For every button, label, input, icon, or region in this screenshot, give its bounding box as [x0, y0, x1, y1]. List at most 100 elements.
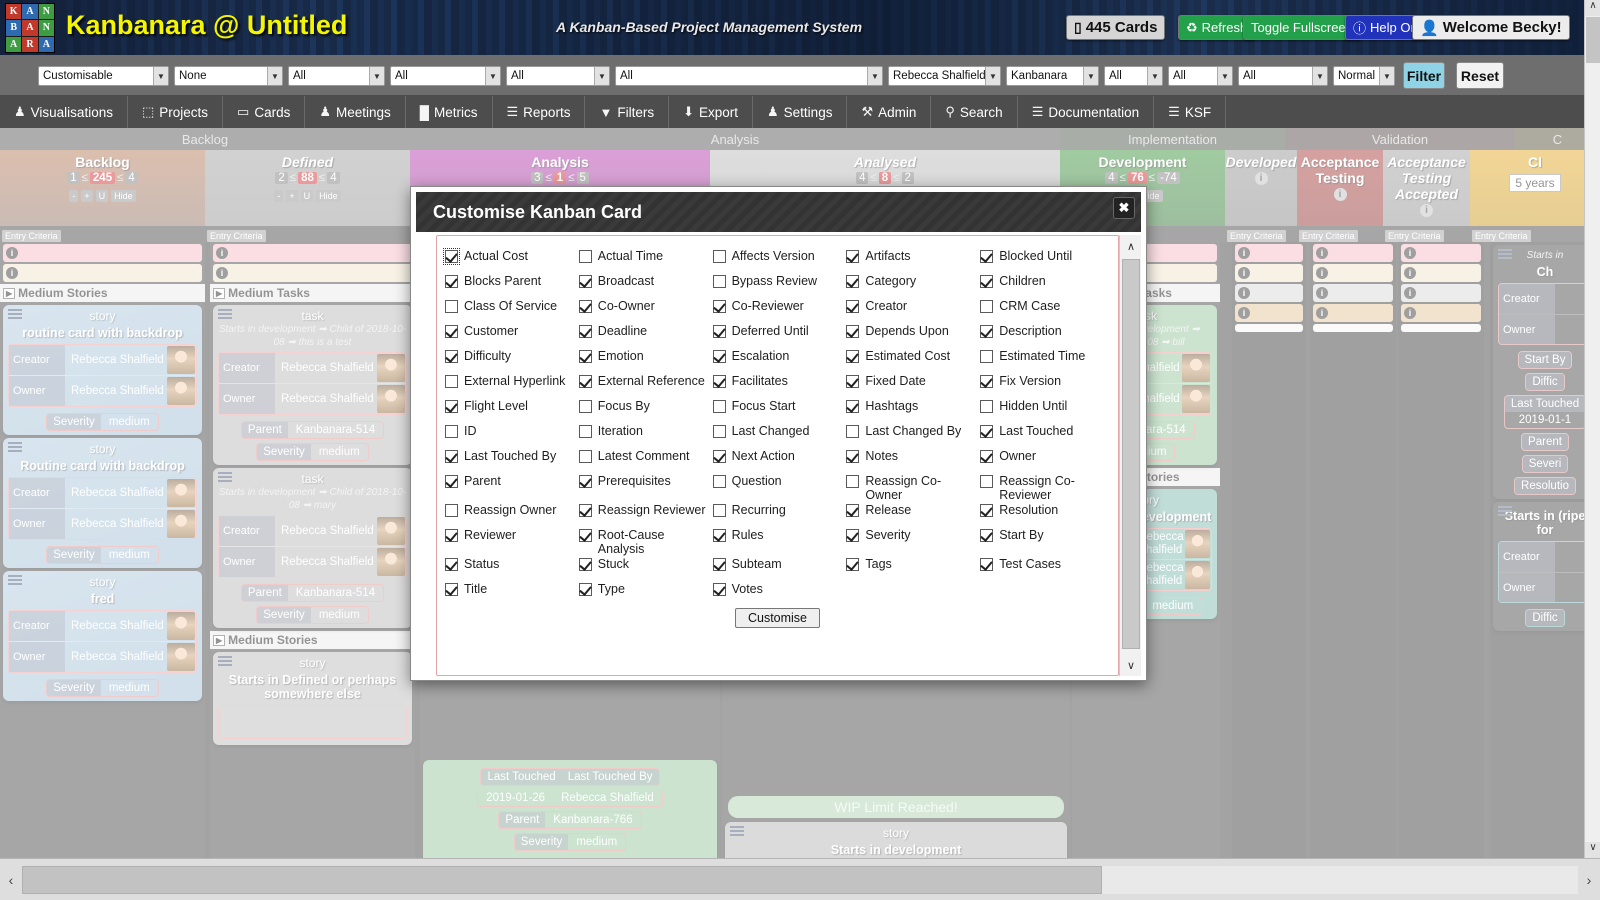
- checkbox-icon[interactable]: [445, 529, 458, 542]
- checkbox-icon[interactable]: [712, 425, 726, 438]
- filter-select-10[interactable]: All ▼: [1238, 66, 1328, 86]
- field-checkbox-depends-upon[interactable]: Depends Upon: [846, 323, 976, 348]
- field-checkbox-external-reference[interactable]: External Reference: [578, 373, 709, 398]
- checkbox-icon[interactable]: [846, 250, 860, 263]
- field-checkbox-crm-case[interactable]: CRM Case: [980, 298, 1110, 323]
- field-checkbox-reassign-owner[interactable]: Reassign Owner: [445, 502, 575, 527]
- field-checkbox-release[interactable]: Release: [846, 502, 976, 527]
- field-checkbox-recurring[interactable]: Recurring: [712, 502, 843, 527]
- checkbox-icon[interactable]: [846, 558, 860, 571]
- field-checkbox-focus-start[interactable]: Focus Start: [712, 398, 843, 423]
- checkbox-icon[interactable]: [445, 450, 458, 463]
- filter-select-1[interactable]: None ▼: [174, 66, 283, 86]
- field-checkbox-customer[interactable]: Customer: [445, 323, 575, 348]
- checkbox-icon[interactable]: [445, 475, 458, 488]
- checkbox-icon[interactable]: [712, 504, 726, 517]
- checkbox-icon[interactable]: [445, 504, 458, 517]
- checkbox-icon[interactable]: [846, 275, 860, 288]
- field-checkbox-owner[interactable]: Owner: [980, 448, 1110, 473]
- nav-item-visualisations[interactable]: ♟ Visualisations: [0, 96, 128, 128]
- checkbox-icon[interactable]: [712, 275, 726, 288]
- checkbox-icon[interactable]: [846, 475, 860, 488]
- checkbox-icon[interactable]: [980, 325, 994, 338]
- nav-item-meetings[interactable]: ♟ Meetings: [305, 96, 406, 128]
- checkbox-icon[interactable]: [980, 504, 994, 517]
- checkbox-icon[interactable]: [578, 558, 592, 571]
- board-horizontal-scrollbar[interactable]: ‹ ›: [0, 858, 1600, 900]
- checkbox-icon[interactable]: [445, 375, 458, 388]
- field-checkbox-blocked-until[interactable]: Blocked Until: [980, 248, 1110, 273]
- field-checkbox-class-of-service[interactable]: Class Of Service: [445, 298, 575, 323]
- field-checkbox-broadcast[interactable]: Broadcast: [578, 273, 709, 298]
- field-checkbox-estimated-cost[interactable]: Estimated Cost: [846, 348, 976, 373]
- checkbox-icon[interactable]: [445, 300, 458, 313]
- nav-item-search[interactable]: ⚲ Search: [931, 96, 1018, 128]
- field-checkbox-reviewer[interactable]: Reviewer: [445, 527, 575, 556]
- field-checkbox-id[interactable]: ID: [445, 423, 575, 448]
- checkbox-icon[interactable]: [846, 300, 860, 313]
- field-checkbox-reassign-co-reviewer[interactable]: Reassign Co-Reviewer: [980, 473, 1110, 502]
- checkbox-icon[interactable]: [712, 375, 726, 388]
- field-checkbox-fix-version[interactable]: Fix Version: [980, 373, 1110, 398]
- page-vertical-scrollbar[interactable]: ∧ ∨: [1584, 0, 1600, 858]
- checkbox-icon[interactable]: [980, 450, 994, 463]
- field-checkbox-difficulty[interactable]: Difficulty: [445, 348, 575, 373]
- field-checkbox-votes[interactable]: Votes: [712, 581, 843, 606]
- field-checkbox-description[interactable]: Description: [980, 323, 1110, 348]
- field-checkbox-type[interactable]: Type: [578, 581, 709, 606]
- checkbox-icon[interactable]: [578, 529, 592, 542]
- checkbox-icon[interactable]: [712, 250, 726, 263]
- checkbox-icon[interactable]: [578, 504, 592, 517]
- scroll-up-icon[interactable]: ∧: [1585, 0, 1600, 16]
- checkbox-icon[interactable]: [980, 350, 994, 363]
- nav-item-admin[interactable]: ⚒ Admin: [847, 96, 932, 128]
- checkbox-icon[interactable]: [712, 400, 726, 413]
- field-checkbox-test-cases[interactable]: Test Cases: [980, 556, 1110, 581]
- field-checkbox-title[interactable]: Title: [445, 581, 575, 606]
- scroll-down-icon[interactable]: ∨: [1120, 654, 1142, 676]
- field-checkbox-bypass-review[interactable]: Bypass Review: [712, 273, 843, 298]
- checkbox-icon[interactable]: [445, 425, 458, 438]
- checkbox-icon[interactable]: [578, 583, 592, 596]
- field-checkbox-category[interactable]: Category: [846, 273, 976, 298]
- field-checkbox-artifacts[interactable]: Artifacts: [846, 248, 976, 273]
- checkbox-icon[interactable]: [445, 275, 458, 288]
- field-checkbox-fixed-date[interactable]: Fixed Date: [846, 373, 976, 398]
- checkbox-icon[interactable]: [712, 450, 726, 463]
- checkbox-icon[interactable]: [578, 425, 592, 438]
- checkbox-icon[interactable]: [980, 375, 994, 388]
- reset-button[interactable]: Reset: [1456, 62, 1504, 89]
- checkbox-icon[interactable]: [578, 300, 592, 313]
- checkbox-icon[interactable]: [712, 300, 726, 313]
- checkbox-icon[interactable]: [445, 583, 458, 596]
- checkbox-icon[interactable]: [980, 400, 994, 413]
- checkbox-icon[interactable]: [712, 529, 726, 542]
- checkbox-icon[interactable]: [445, 350, 458, 363]
- checkbox-icon[interactable]: [578, 450, 592, 463]
- field-checkbox-question[interactable]: Question: [712, 473, 843, 502]
- field-checkbox-children[interactable]: Children: [980, 273, 1110, 298]
- field-checkbox-stuck[interactable]: Stuck: [578, 556, 709, 581]
- checkbox-icon[interactable]: [578, 325, 592, 338]
- checkbox-icon[interactable]: [846, 450, 860, 463]
- field-checkbox-creator[interactable]: Creator: [846, 298, 976, 323]
- checkbox-icon[interactable]: [846, 350, 860, 363]
- checkbox-icon[interactable]: [980, 300, 994, 313]
- field-checkbox-actual-cost[interactable]: Actual Cost: [443, 248, 575, 273]
- field-checkbox-subteam[interactable]: Subteam: [712, 556, 843, 581]
- nav-item-reports[interactable]: ☰ Reports: [493, 96, 586, 128]
- field-checkbox-hidden-until[interactable]: Hidden Until: [980, 398, 1110, 423]
- field-checkbox-last-changed[interactable]: Last Changed: [712, 423, 843, 448]
- field-checkbox-estimated-time[interactable]: Estimated Time: [980, 348, 1110, 373]
- horizontal-scroll-thumb[interactable]: [22, 865, 1102, 894]
- cards-count-button[interactable]: ▯ 445 Cards: [1066, 15, 1166, 40]
- field-checkbox-resolution[interactable]: Resolution: [980, 502, 1110, 527]
- field-checkbox-co-owner[interactable]: Co-Owner: [578, 298, 709, 323]
- field-checkbox-latest-comment[interactable]: Latest Comment: [578, 448, 709, 473]
- checkbox-icon[interactable]: [712, 583, 726, 596]
- nav-item-metrics[interactable]: █ Metrics: [406, 96, 493, 128]
- field-checkbox-parent[interactable]: Parent: [445, 473, 575, 502]
- field-checkbox-next-action[interactable]: Next Action: [712, 448, 843, 473]
- toggle-fullscreen-button[interactable]: Toggle Fullscreen: [1243, 15, 1361, 40]
- field-checkbox-rules[interactable]: Rules: [712, 527, 843, 556]
